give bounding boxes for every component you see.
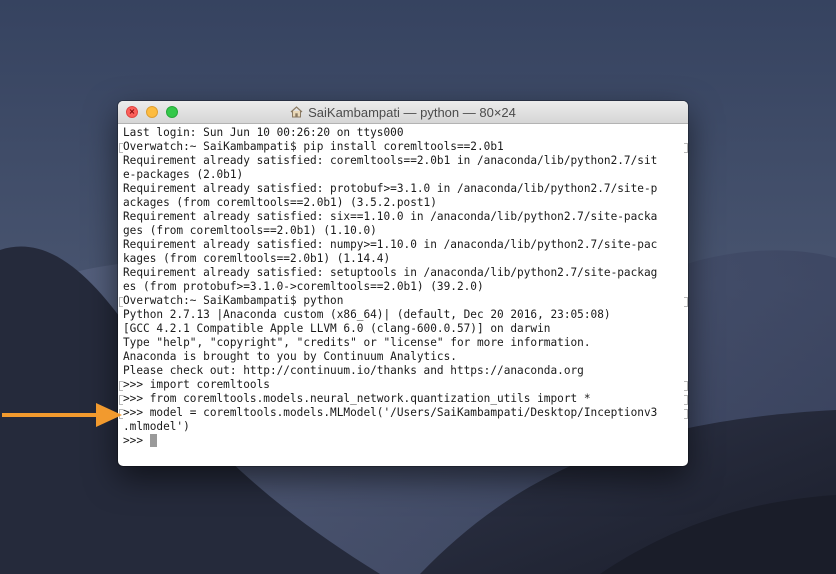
terminal-line-text: Requirement already satisfied: setuptool… — [123, 266, 658, 279]
terminal-line: Requirement already satisfied: six==1.10… — [123, 210, 688, 224]
terminal-line: kages (from coremltools==2.0b1) (1.14.4) — [123, 252, 688, 266]
terminal-line: >>> import coremltools — [119, 378, 688, 392]
terminal-line: Python 2.7.13 |Anaconda custom (x86_64)|… — [123, 308, 688, 322]
terminal-line: Requirement already satisfied: coremltoo… — [123, 154, 688, 168]
terminal-line-text: Last login: Sun Jun 10 00:26:20 on ttys0… — [123, 126, 404, 139]
line-mark-right-icon — [684, 297, 688, 307]
line-mark-right-icon — [684, 395, 688, 405]
terminal-line: >>> model = coremltools.models.MLModel('… — [119, 406, 688, 420]
terminal-line: [GCC 4.2.1 Compatible Apple LLVM 6.0 (cl… — [123, 322, 688, 336]
terminal-line-text: Requirement already satisfied: protobuf>… — [123, 182, 658, 195]
window-title-text: SaiKambampati — python — 80×24 — [308, 104, 516, 120]
line-mark-right-icon — [684, 409, 688, 419]
terminal-line-text: es (from protobuf>=3.1.0->coremltools==2… — [123, 280, 484, 293]
terminal-line-text: Overwatch:~ SaiKambampati$ python — [123, 294, 344, 307]
terminal-line: Requirement already satisfied: numpy>=1.… — [123, 238, 688, 252]
terminal-line-text: Requirement already satisfied: numpy>=1.… — [123, 238, 658, 251]
terminal-line: .mlmodel') — [123, 420, 688, 434]
terminal-line-text: >>> import coremltools — [123, 378, 270, 391]
terminal-line: Requirement already satisfied: setuptool… — [123, 266, 688, 280]
terminal-window[interactable]: × SaiKambampati — python — 80×24 Last lo… — [118, 101, 688, 466]
line-mark-right-icon — [684, 381, 688, 391]
terminal-line: >>> from coremltools.models.neural_netwo… — [119, 392, 688, 406]
terminal-line-text: Requirement already satisfied: six==1.10… — [123, 210, 658, 223]
terminal-line: >>> — [123, 434, 688, 448]
terminal-line-text: Python 2.7.13 |Anaconda custom (x86_64)|… — [123, 308, 611, 321]
line-mark-left-icon — [119, 381, 123, 391]
terminal-line-text: >>> from coremltools.models.neural_netwo… — [123, 392, 591, 405]
terminal-line: Overwatch:~ SaiKambampati$ pip install c… — [119, 140, 688, 154]
terminal-content[interactable]: Last login: Sun Jun 10 00:26:20 on ttys0… — [118, 124, 688, 466]
terminal-line-text: Anaconda is brought to you by Continuum … — [123, 350, 457, 363]
text-cursor — [149, 434, 157, 447]
terminal-line: Please check out: http://continuum.io/th… — [123, 364, 688, 378]
terminal-line: Requirement already satisfied: protobuf>… — [123, 182, 688, 196]
terminal-line: ges (from coremltools==2.0b1) (1.10.0) — [123, 224, 688, 238]
title-bar[interactable]: × SaiKambampati — python — 80×24 — [118, 101, 688, 124]
terminal-line-text: Type "help", "copyright", "credits" or "… — [123, 336, 591, 349]
terminal-line: e-packages (2.0b1) — [123, 168, 688, 182]
terminal-line-text: ges (from coremltools==2.0b1) (1.10.0) — [123, 224, 377, 237]
terminal-line: Last login: Sun Jun 10 00:26:20 on ttys0… — [123, 126, 688, 140]
terminal-line-text: ackages (from coremltools==2.0b1) (3.5.2… — [123, 196, 437, 209]
terminal-line: ackages (from coremltools==2.0b1) (3.5.2… — [123, 196, 688, 210]
terminal-line-text: Requirement already satisfied: coremltoo… — [123, 154, 658, 167]
terminal-line-text: .mlmodel') — [123, 420, 190, 433]
terminal-line-text: [GCC 4.2.1 Compatible Apple LLVM 6.0 (cl… — [123, 322, 551, 335]
terminal-line: Overwatch:~ SaiKambampati$ python — [119, 294, 688, 308]
terminal-line-text: >>> — [123, 434, 150, 447]
window-title: SaiKambampati — python — 80×24 — [118, 101, 688, 123]
terminal-line: Type "help", "copyright", "credits" or "… — [123, 336, 688, 350]
terminal-line-text: kages (from coremltools==2.0b1) (1.14.4) — [123, 252, 391, 265]
annotation-arrow-icon — [2, 403, 122, 427]
line-mark-right-icon — [684, 143, 688, 153]
terminal-line-text: e-packages (2.0b1) — [123, 168, 244, 181]
home-icon — [290, 106, 303, 118]
terminal-line: Anaconda is brought to you by Continuum … — [123, 350, 688, 364]
line-mark-left-icon — [119, 143, 123, 153]
terminal-line-text: Overwatch:~ SaiKambampati$ pip install c… — [123, 140, 504, 153]
line-mark-left-icon — [119, 297, 123, 307]
terminal-line-text: >>> model = coremltools.models.MLModel('… — [123, 406, 658, 419]
terminal-line-text: Please check out: http://continuum.io/th… — [123, 364, 584, 377]
terminal-line: es (from protobuf>=3.1.0->coremltools==2… — [123, 280, 688, 294]
